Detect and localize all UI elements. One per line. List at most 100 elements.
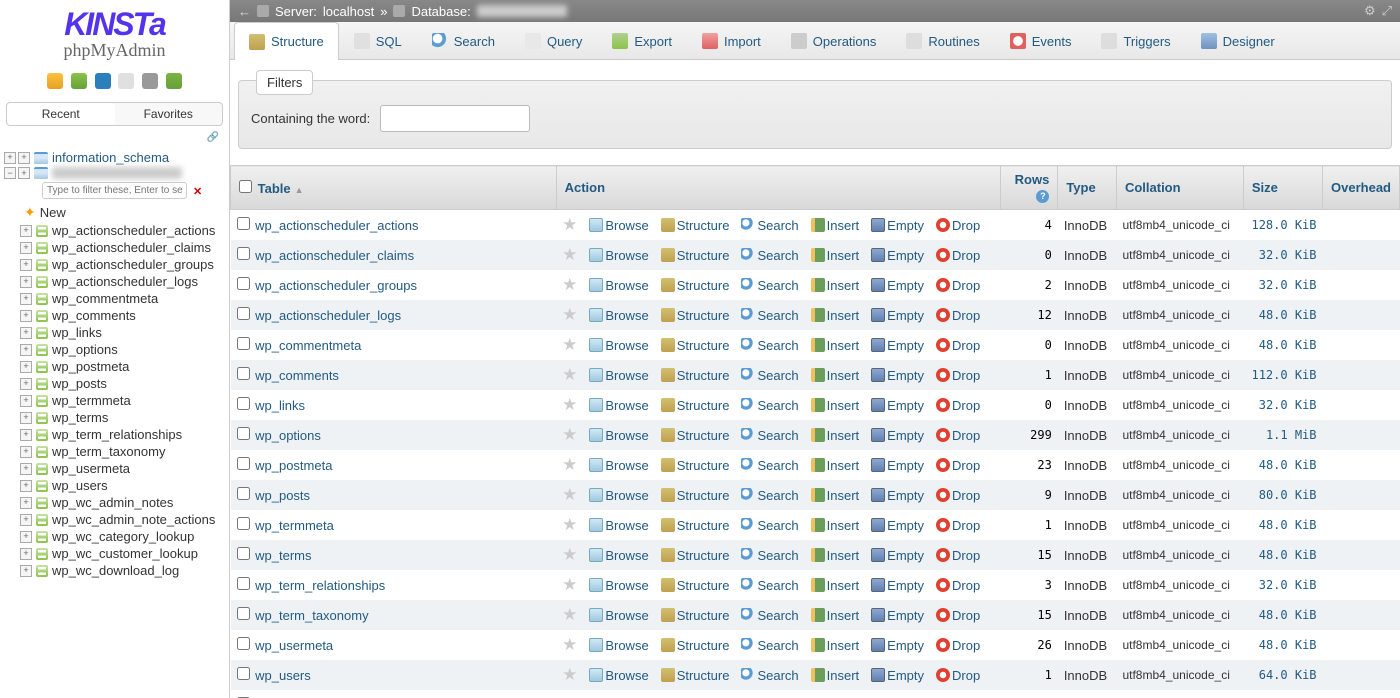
expand-icon[interactable]: +	[20, 225, 32, 237]
empty-link[interactable]: Empty	[871, 638, 924, 653]
tree-table[interactable]: +wp_wc_customer_lookup	[0, 545, 229, 562]
table-name-link[interactable]: wp_actionscheduler_logs	[255, 308, 401, 323]
empty-link[interactable]: Empty	[871, 578, 924, 593]
empty-link[interactable]: Empty	[871, 398, 924, 413]
tree-table[interactable]: +wp_term_relationships	[0, 426, 229, 443]
empty-link[interactable]: Empty	[871, 668, 924, 683]
empty-link[interactable]: Empty	[871, 248, 924, 263]
server-name[interactable]: localhost	[323, 4, 374, 19]
menu-search[interactable]: Search	[417, 22, 510, 59]
browse-link[interactable]: Browse	[589, 518, 648, 533]
back-icon[interactable]: ←	[238, 4, 251, 19]
expand-icon[interactable]: +	[20, 361, 32, 373]
table-name-link[interactable]: wp_term_relationships	[255, 578, 385, 593]
row-checkbox[interactable]	[237, 577, 250, 590]
expand-icon[interactable]: +	[18, 152, 30, 164]
structure-link[interactable]: Structure	[661, 338, 730, 353]
star-icon[interactable]: ★	[562, 215, 577, 235]
expand-icon[interactable]: +	[20, 548, 32, 560]
tree-table[interactable]: +wp_wc_admin_note_actions	[0, 511, 229, 528]
row-checkbox[interactable]	[237, 517, 250, 530]
tree-table[interactable]: +wp_wc_download_log	[0, 562, 229, 579]
search-link[interactable]: Search	[741, 638, 798, 653]
expand-icon[interactable]: +	[20, 412, 32, 424]
browse-link[interactable]: Browse	[589, 578, 648, 593]
browse-link[interactable]: Browse	[589, 488, 648, 503]
expand-icon[interactable]: +	[20, 327, 32, 339]
empty-link[interactable]: Empty	[871, 278, 924, 293]
drop-link[interactable]: Drop	[936, 248, 980, 263]
row-checkbox[interactable]	[237, 277, 250, 290]
table-name-link[interactable]: wp_posts	[255, 488, 310, 503]
expand-icon[interactable]: +	[20, 293, 32, 305]
tree-table[interactable]: +wp_terms	[0, 409, 229, 426]
insert-link[interactable]: Insert	[811, 248, 860, 263]
expand-icon[interactable]: +	[20, 378, 32, 390]
tree-new[interactable]: ✦New	[0, 203, 229, 222]
browse-link[interactable]: Browse	[589, 608, 648, 623]
table-name-link[interactable]: wp_options	[255, 428, 321, 443]
collapse-icon[interactable]: −	[4, 167, 16, 179]
search-link[interactable]: Search	[741, 548, 798, 563]
tree-table[interactable]: +wp_users	[0, 477, 229, 494]
table-name-link[interactable]: wp_termmeta	[255, 518, 334, 533]
drop-link[interactable]: Drop	[936, 368, 980, 383]
expand-icon[interactable]: +	[20, 446, 32, 458]
search-link[interactable]: Search	[741, 218, 798, 233]
search-link[interactable]: Search	[741, 278, 798, 293]
row-checkbox[interactable]	[237, 307, 250, 320]
row-checkbox[interactable]	[237, 367, 250, 380]
structure-link[interactable]: Structure	[661, 548, 730, 563]
home-icon[interactable]	[47, 73, 63, 89]
structure-link[interactable]: Structure	[661, 668, 730, 683]
browse-link[interactable]: Browse	[589, 428, 648, 443]
browse-link[interactable]: Browse	[589, 668, 648, 683]
empty-link[interactable]: Empty	[871, 518, 924, 533]
drop-link[interactable]: Drop	[936, 488, 980, 503]
star-icon[interactable]: ★	[562, 635, 577, 655]
menu-routines[interactable]: Routines	[891, 22, 994, 59]
browse-link[interactable]: Browse	[589, 308, 648, 323]
drop-link[interactable]: Drop	[936, 398, 980, 413]
table-name-link[interactable]: wp_actionscheduler_claims	[255, 248, 414, 263]
browse-link[interactable]: Browse	[589, 368, 648, 383]
row-checkbox[interactable]	[237, 487, 250, 500]
insert-link[interactable]: Insert	[811, 308, 860, 323]
menu-events[interactable]: Events	[995, 22, 1087, 59]
menu-export[interactable]: Export	[597, 22, 687, 59]
expand-icon[interactable]: +	[20, 395, 32, 407]
expand-icon[interactable]: +	[20, 276, 32, 288]
insert-link[interactable]: Insert	[811, 668, 860, 683]
structure-link[interactable]: Structure	[661, 398, 730, 413]
row-checkbox[interactable]	[237, 247, 250, 260]
star-icon[interactable]: ★	[562, 485, 577, 505]
search-link[interactable]: Search	[741, 398, 798, 413]
tree-table[interactable]: +wp_actionscheduler_claims	[0, 239, 229, 256]
insert-link[interactable]: Insert	[811, 368, 860, 383]
structure-link[interactable]: Structure	[661, 578, 730, 593]
star-icon[interactable]: ★	[562, 545, 577, 565]
tree-table[interactable]: +wp_commentmeta	[0, 290, 229, 307]
insert-link[interactable]: Insert	[811, 458, 860, 473]
tree-table[interactable]: +wp_actionscheduler_actions	[0, 222, 229, 239]
structure-link[interactable]: Structure	[661, 488, 730, 503]
tree-table[interactable]: +wp_options	[0, 341, 229, 358]
expand-icon[interactable]: +	[20, 497, 32, 509]
insert-link[interactable]: Insert	[811, 638, 860, 653]
table-name-link[interactable]: wp_postmeta	[255, 458, 332, 473]
structure-link[interactable]: Structure	[661, 428, 730, 443]
structure-link[interactable]: Structure	[661, 518, 730, 533]
search-link[interactable]: Search	[741, 668, 798, 683]
empty-link[interactable]: Empty	[871, 308, 924, 323]
star-icon[interactable]: ★	[562, 395, 577, 415]
tree-table[interactable]: +wp_postmeta	[0, 358, 229, 375]
table-name-link[interactable]: wp_term_taxonomy	[255, 608, 368, 623]
search-link[interactable]: Search	[741, 428, 798, 443]
drop-link[interactable]: Drop	[936, 428, 980, 443]
empty-link[interactable]: Empty	[871, 548, 924, 563]
drop-link[interactable]: Drop	[936, 578, 980, 593]
tree-table[interactable]: +wp_links	[0, 324, 229, 341]
star-icon[interactable]: ★	[562, 515, 577, 535]
expand-icon[interactable]: +	[18, 167, 30, 179]
browse-link[interactable]: Browse	[589, 248, 648, 263]
